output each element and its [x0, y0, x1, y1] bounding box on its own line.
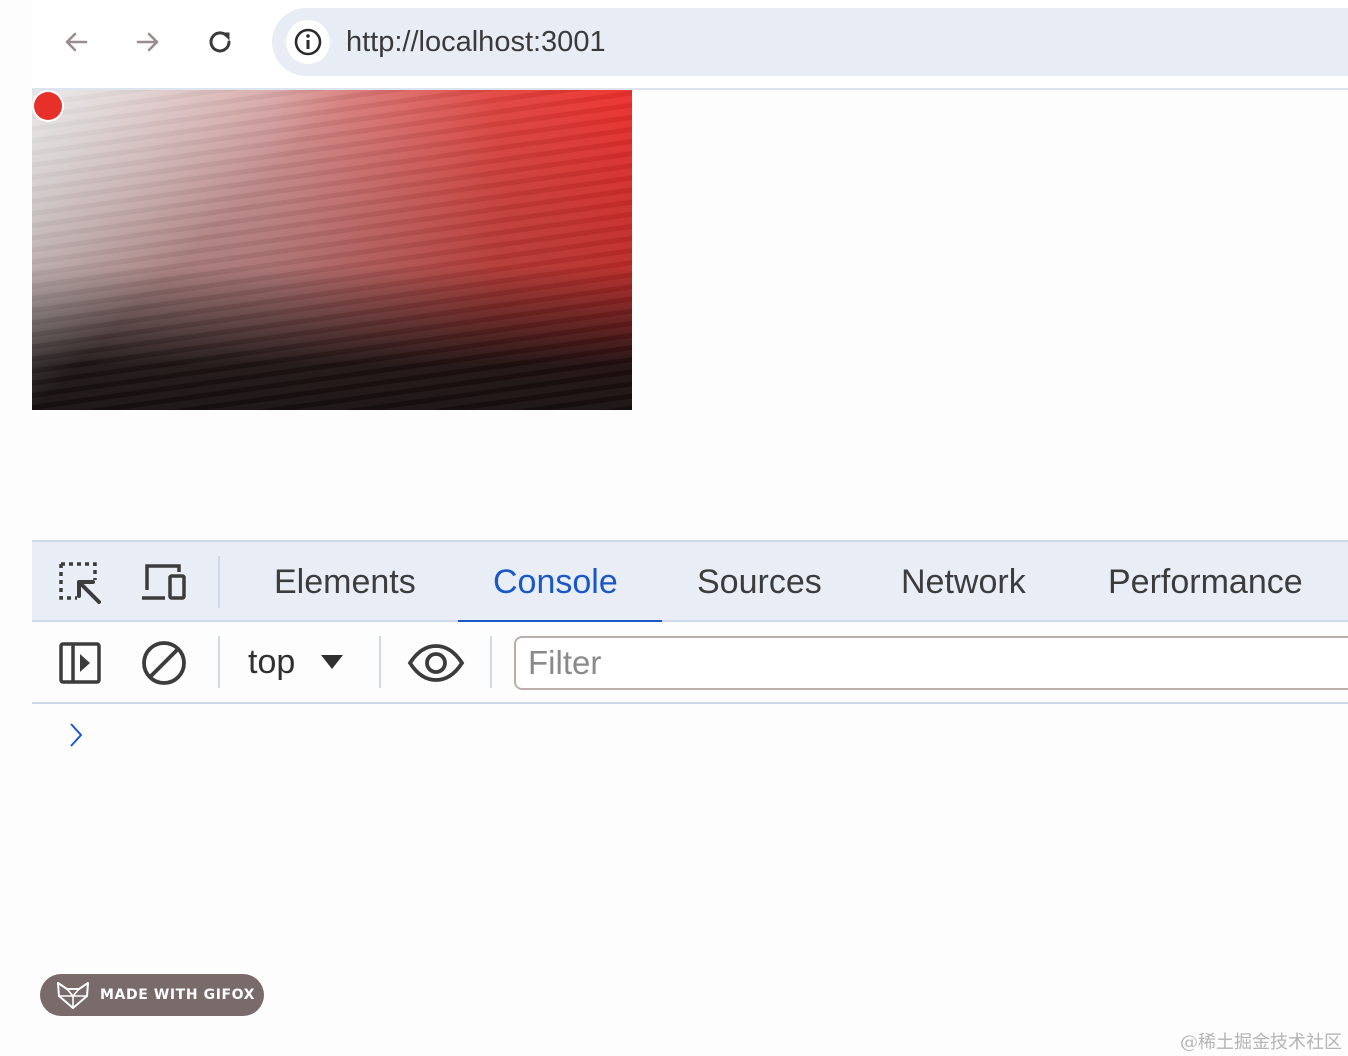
- dropdown-triangle-icon: [321, 655, 344, 669]
- context-selector[interactable]: top: [234, 636, 345, 688]
- chevron-right-icon: [70, 723, 83, 747]
- red-dot[interactable]: [34, 92, 62, 120]
- inspect-element-button[interactable]: [54, 558, 106, 608]
- info-icon: [294, 28, 322, 56]
- devtools-tab-bar: Elements Console Sources Network Perform…: [32, 540, 1348, 624]
- toolbar-divider: [379, 636, 381, 688]
- arrow-left-icon: [65, 32, 88, 52]
- toolbar-divider: [490, 636, 492, 688]
- toolbar-divider: [218, 556, 220, 608]
- tab-elements[interactable]: Elements: [274, 542, 416, 622]
- live-expression-button[interactable]: [406, 638, 466, 688]
- sidebar-toggle-icon: [59, 642, 101, 684]
- toolbar-divider: [218, 636, 220, 688]
- arrow-right-icon: [136, 32, 159, 52]
- reload-icon: [209, 31, 231, 53]
- device-toolbar-button[interactable]: [138, 558, 190, 608]
- page-canvas[interactable]: [32, 90, 632, 410]
- reload-button[interactable]: [200, 22, 240, 62]
- browser-toolbar: http://localhost:3001: [32, 0, 1348, 90]
- device-toolbar-icon: [142, 564, 186, 600]
- url-text[interactable]: http://localhost:3001: [346, 25, 606, 59]
- canvas-highlight: [32, 90, 632, 410]
- sidebar-toggle-button[interactable]: [54, 638, 106, 688]
- tab-sources[interactable]: Sources: [697, 542, 822, 622]
- fox-logo-icon: [57, 982, 89, 1009]
- context-label: top: [248, 642, 296, 681]
- address-bar[interactable]: http://localhost:3001: [272, 8, 1348, 76]
- console-prompt[interactable]: [64, 720, 88, 750]
- clear-console-icon: [142, 641, 186, 685]
- tab-network[interactable]: Network: [901, 542, 1026, 622]
- filter-input[interactable]: [514, 636, 1348, 690]
- console-toolbar: top: [32, 622, 1348, 704]
- forward-button[interactable]: [128, 22, 168, 62]
- gifox-label: MADE WITH GIFOX: [100, 987, 256, 1003]
- tab-performance[interactable]: Performance: [1108, 542, 1303, 622]
- inspect-element-icon: [59, 562, 101, 604]
- back-button[interactable]: [56, 22, 96, 62]
- clear-console-button[interactable]: [138, 638, 190, 688]
- site-info-button[interactable]: [286, 20, 330, 64]
- eye-icon: [407, 644, 465, 682]
- watermark: @稀土掘金技术社区: [1180, 1032, 1342, 1053]
- gifox-badge[interactable]: MADE WITH GIFOX: [40, 974, 264, 1016]
- tab-console[interactable]: Console: [493, 542, 618, 622]
